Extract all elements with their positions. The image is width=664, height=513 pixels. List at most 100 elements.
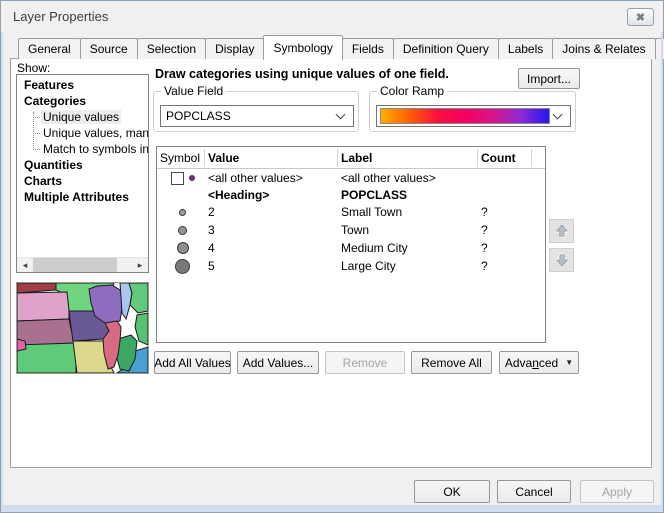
map-region-west-sliver bbox=[17, 339, 26, 351]
tab-selection[interactable]: Selection bbox=[137, 38, 206, 59]
show-tree-items: FeaturesCategories Unique values Unique va… bbox=[17, 77, 148, 205]
sidebar-item-features[interactable]: Features bbox=[17, 77, 148, 93]
sidebar-item-label: Multiple Attributes bbox=[24, 190, 129, 204]
layer-properties-dialog: Layer Properties ✖ GeneralSourceSelectio… bbox=[0, 0, 664, 513]
map-region-south-dakota bbox=[17, 292, 69, 321]
count-cell: ? bbox=[478, 259, 532, 273]
move-up-button[interactable] bbox=[549, 219, 574, 243]
table-row[interactable]: 4Medium City? bbox=[157, 239, 545, 257]
advanced-button[interactable]: Advanced▼ bbox=[499, 351, 579, 374]
window-frame bbox=[661, 32, 663, 512]
map-region-michigan bbox=[129, 283, 148, 313]
sidebar-item-unique-values[interactable]: Unique values bbox=[17, 109, 148, 125]
map-region-north-dakota bbox=[17, 283, 57, 293]
symbol-cell[interactable] bbox=[157, 209, 205, 216]
cancel-button[interactable]: Cancel bbox=[497, 480, 571, 503]
sidebar-item-multiple-attributes[interactable]: Multiple Attributes bbox=[17, 189, 148, 205]
tab-symbology[interactable]: Symbology bbox=[263, 35, 342, 60]
table-row[interactable]: <all other values><all other values> bbox=[157, 169, 545, 187]
column-header-count[interactable]: Count bbox=[478, 149, 532, 167]
sidebar-item-label: Match to symbols in a bbox=[41, 142, 148, 156]
method-description: Draw categories using unique values of o… bbox=[155, 67, 449, 81]
symbol-cell[interactable] bbox=[157, 259, 205, 274]
tree-branch bbox=[33, 149, 40, 150]
map-preview bbox=[16, 282, 149, 374]
tree-horizontal-scrollbar[interactable]: ◂ ▸ bbox=[17, 257, 148, 272]
symbol-dot-icon bbox=[177, 242, 189, 254]
count-cell: ? bbox=[478, 241, 532, 255]
remove-all-button[interactable]: Remove All bbox=[411, 351, 492, 374]
table-row[interactable]: 2Small Town? bbox=[157, 203, 545, 221]
sidebar-item-quantities[interactable]: Quantities bbox=[17, 157, 148, 173]
tab-fields[interactable]: Fields bbox=[342, 38, 394, 59]
value-cell: 2 bbox=[205, 205, 338, 219]
tab-source[interactable]: Source bbox=[80, 38, 138, 59]
label-cell: <all other values> bbox=[338, 171, 478, 185]
add-values-button[interactable]: Add Values... bbox=[237, 351, 319, 374]
sidebar-item-categories[interactable]: Categories bbox=[17, 93, 148, 109]
values-table-header: SymbolValueLabelCount bbox=[157, 147, 545, 169]
value-field-combobox[interactable]: POPCLASS bbox=[160, 105, 354, 127]
table-row[interactable]: 3Town? bbox=[157, 221, 545, 239]
values-table-body: <all other values><all other values><Hea… bbox=[157, 169, 545, 275]
close-icon[interactable]: ✖ bbox=[627, 8, 654, 26]
dropdown-arrow-icon: ▼ bbox=[565, 358, 573, 367]
symbol-cell[interactable] bbox=[157, 226, 205, 235]
value-cell: <Heading> bbox=[205, 188, 338, 202]
scrollbar-thumb[interactable] bbox=[33, 258, 117, 273]
label-cell: POPCLASS bbox=[338, 188, 478, 202]
add-all-values-button[interactable]: Add All Values bbox=[154, 351, 231, 374]
window-frame bbox=[1, 32, 3, 512]
tab-bar: GeneralSourceSelectionDisplaySymbologyFi… bbox=[18, 35, 664, 59]
count-cell: ? bbox=[478, 205, 532, 219]
remove-button[interactable]: Remove bbox=[325, 351, 405, 374]
sidebar-item-match-to-symbols-in-a[interactable]: Match to symbols in a bbox=[17, 141, 148, 157]
arrow-up-icon bbox=[553, 222, 571, 240]
value-field-value: POPCLASS bbox=[161, 109, 337, 123]
values-table: SymbolValueLabelCount <all other values>… bbox=[156, 146, 546, 343]
move-down-button[interactable] bbox=[549, 248, 574, 272]
all-other-values-checkbox[interactable] bbox=[171, 172, 184, 185]
import-button[interactable]: Import... bbox=[518, 68, 580, 89]
tree-branch bbox=[33, 133, 40, 134]
map-preview-svg bbox=[17, 283, 148, 373]
label-cell: Small Town bbox=[338, 205, 478, 219]
symbol-cell[interactable] bbox=[157, 242, 205, 254]
tab-general[interactable]: General bbox=[18, 38, 81, 59]
tree-branch bbox=[33, 117, 40, 118]
sidebar-item-label: Categories bbox=[24, 94, 86, 108]
symbol-cell[interactable] bbox=[157, 172, 205, 185]
scroll-right-icon[interactable]: ▸ bbox=[132, 258, 148, 273]
value-cell: 4 bbox=[205, 241, 338, 255]
sidebar-item-label: Unique values bbox=[41, 110, 121, 124]
tab-display[interactable]: Display bbox=[205, 38, 264, 59]
value-field-group: Value Field POPCLASS bbox=[153, 91, 359, 132]
tab-labels[interactable]: Labels bbox=[498, 38, 553, 59]
sidebar-item-unique-values-many[interactable]: Unique values, many bbox=[17, 125, 148, 141]
count-cell: ? bbox=[478, 223, 532, 237]
tab-definition-query[interactable]: Definition Query bbox=[393, 38, 499, 59]
show-label: Show: bbox=[17, 61, 50, 75]
tree-branch-line bbox=[33, 112, 34, 150]
scroll-left-icon[interactable]: ◂ bbox=[17, 258, 33, 273]
column-header-symbol[interactable]: Symbol bbox=[157, 149, 205, 167]
tab-joins-relates[interactable]: Joins & Relates bbox=[552, 38, 655, 59]
ok-button[interactable]: OK bbox=[414, 480, 490, 503]
symbol-dot-icon bbox=[175, 259, 190, 274]
chevron-down-icon bbox=[336, 109, 346, 119]
column-header-value[interactable]: Value bbox=[205, 149, 338, 167]
window-title: Layer Properties bbox=[13, 9, 108, 24]
sidebar-item-charts[interactable]: Charts bbox=[17, 173, 148, 189]
symbol-dot-icon bbox=[189, 175, 195, 181]
table-row[interactable]: 5Large City? bbox=[157, 257, 545, 275]
symbol-dot-icon bbox=[179, 209, 186, 216]
value-cell: 5 bbox=[205, 259, 338, 273]
color-ramp-combobox[interactable] bbox=[376, 105, 571, 127]
apply-button[interactable]: Apply bbox=[580, 480, 654, 503]
map-region-ohio-edge bbox=[135, 313, 148, 345]
label-cell: Town bbox=[338, 223, 478, 237]
table-row[interactable]: <Heading>POPCLASS bbox=[157, 187, 545, 203]
label-cell: Large City bbox=[338, 259, 478, 273]
sidebar-item-label: Unique values, many bbox=[41, 126, 148, 140]
column-header-label[interactable]: Label bbox=[338, 149, 478, 167]
